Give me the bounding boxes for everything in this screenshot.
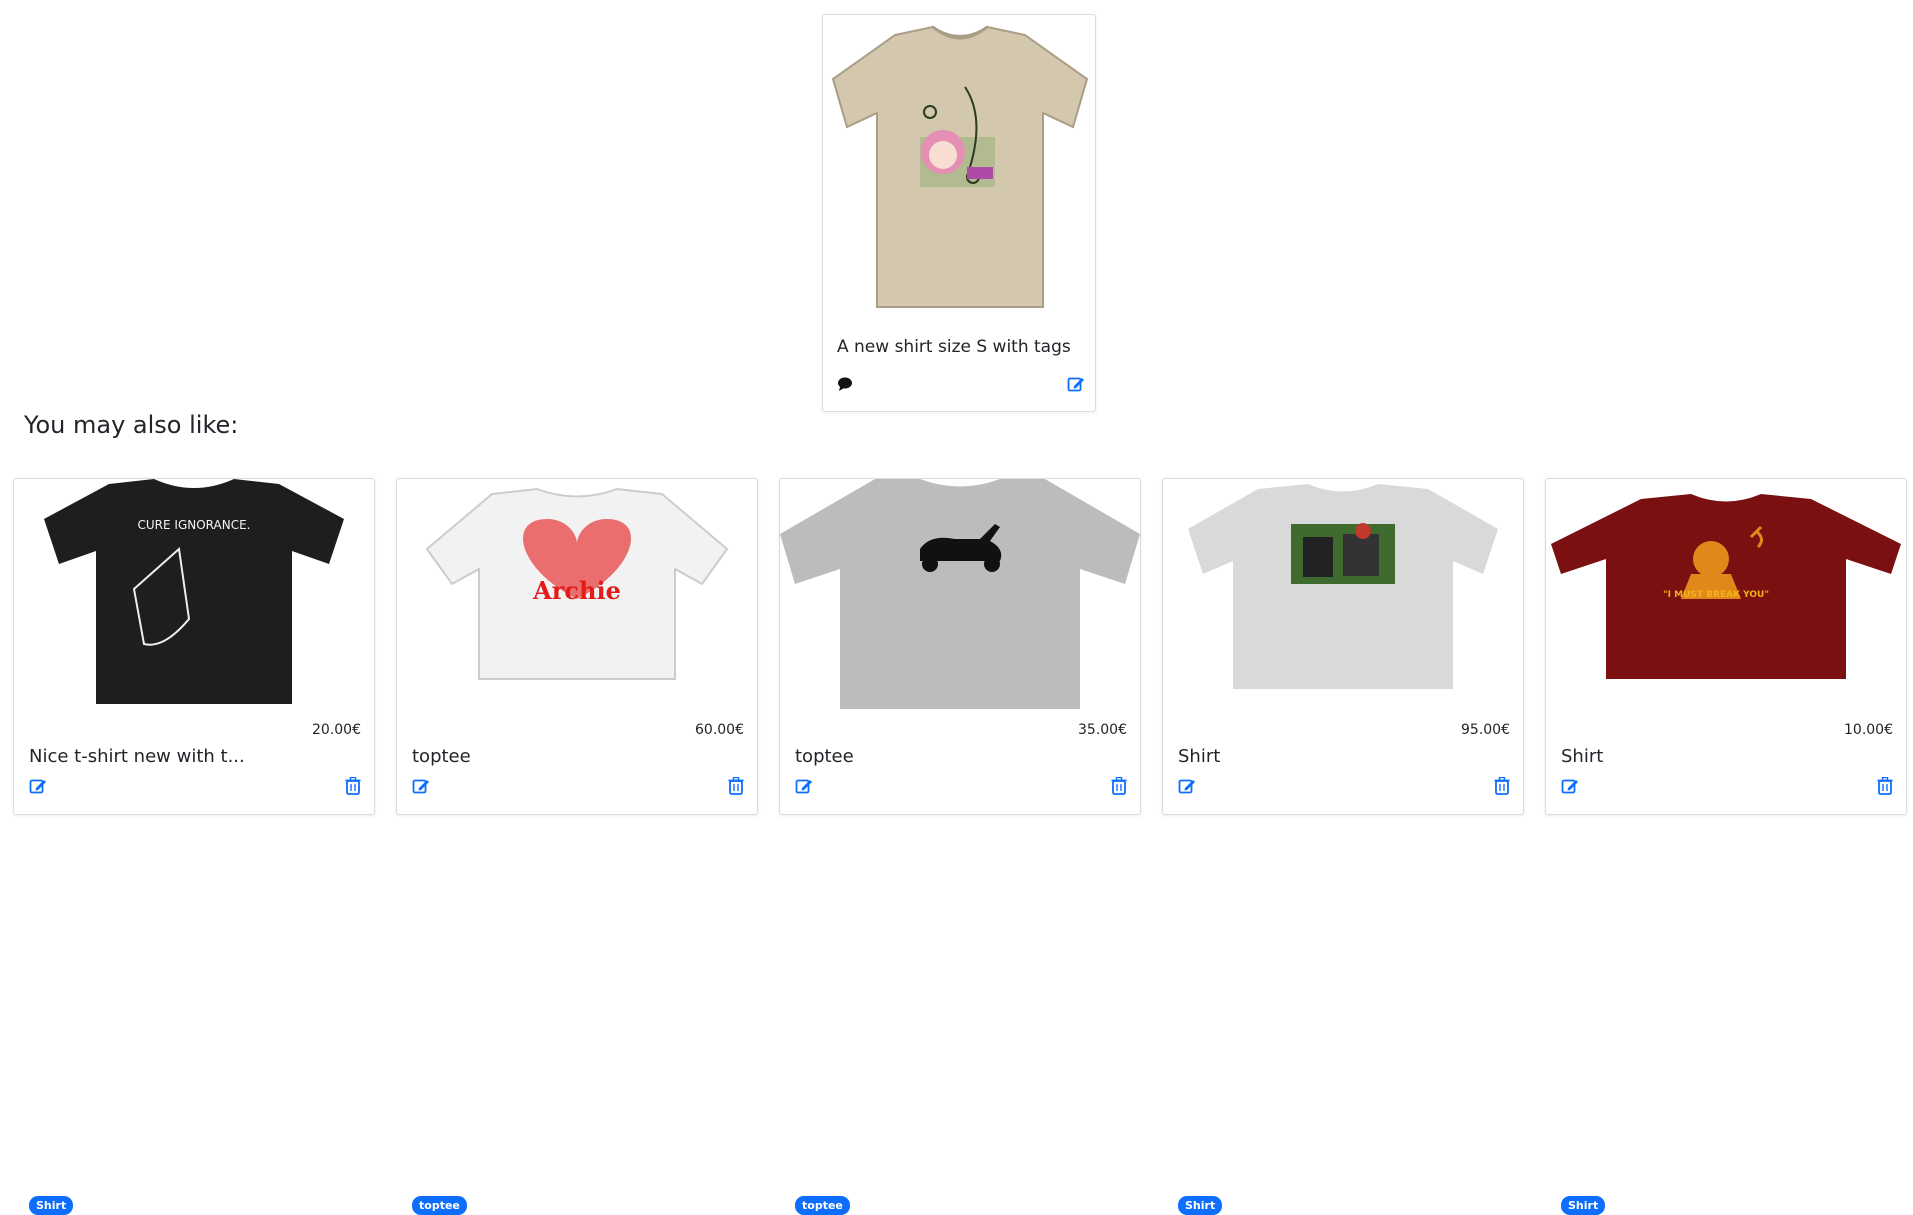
shirt-print-text: "I MUST BREAK YOU" xyxy=(1663,590,1769,600)
category-badge[interactable]: Shirt xyxy=(1561,1196,1606,1215)
category-badge[interactable]: toptee xyxy=(412,1196,467,1215)
comment-icon[interactable] xyxy=(837,376,853,392)
edit-icon[interactable] xyxy=(1561,777,1579,795)
category-badge[interactable]: Shirt xyxy=(29,1196,74,1215)
product-card[interactable]: CURE IGNORANCE. Shirt 20.00€ Nice t-shir… xyxy=(13,478,375,1215)
product-title[interactable]: Nice t-shirt new with t... xyxy=(29,746,245,767)
product-card[interactable]: "I MUST BREAK YOU" Shirt 10.00€ Shirt xyxy=(1545,478,1907,1215)
price: 35.00€ xyxy=(1078,722,1127,738)
product-title[interactable]: Shirt xyxy=(1561,746,1603,767)
trash-icon[interactable] xyxy=(1877,777,1893,795)
product-image[interactable]: CURE IGNORANCE. xyxy=(14,479,374,709)
edit-icon[interactable] xyxy=(29,777,47,795)
category-badge[interactable]: Shirt xyxy=(1178,1196,1223,1215)
product-image[interactable] xyxy=(780,479,1140,709)
product-card[interactable]: Archie toptee 60.00€ toptee xyxy=(396,478,758,1215)
shirt-print-text: Archie xyxy=(532,576,621,605)
price: 20.00€ xyxy=(312,722,361,738)
product-title[interactable]: toptee xyxy=(795,746,854,767)
product-image[interactable]: Archie xyxy=(397,479,757,709)
edit-icon[interactable] xyxy=(1067,375,1085,393)
product-card[interactable]: Shirt 95.00€ Shirt xyxy=(1162,478,1524,1215)
edit-icon[interactable] xyxy=(1178,777,1196,795)
trash-icon[interactable] xyxy=(1494,777,1510,795)
product-title[interactable]: toptee xyxy=(412,746,471,767)
price: 60.00€ xyxy=(695,722,744,738)
shirt-print-text: CURE IGNORANCE. xyxy=(138,518,251,532)
product-title[interactable]: Shirt xyxy=(1178,746,1220,767)
category-badge[interactable]: toptee xyxy=(795,1196,850,1215)
section-heading: You may also like: xyxy=(24,411,239,439)
trash-icon[interactable] xyxy=(1111,777,1127,795)
trash-icon[interactable] xyxy=(728,777,744,795)
product-image[interactable] xyxy=(1163,479,1523,709)
main-product-title[interactable]: A new shirt size S with tags xyxy=(837,337,1071,357)
price: 95.00€ xyxy=(1461,722,1510,738)
trash-icon[interactable] xyxy=(345,777,361,795)
edit-icon[interactable] xyxy=(412,777,430,795)
main-product-image[interactable] xyxy=(825,17,1095,317)
price: 10.00€ xyxy=(1844,722,1893,738)
edit-icon[interactable] xyxy=(795,777,813,795)
product-image[interactable]: "I MUST BREAK YOU" xyxy=(1546,479,1906,709)
main-product-card[interactable]: A new shirt size S with tags xyxy=(822,14,1096,412)
product-card[interactable]: toptee 35.00€ toptee xyxy=(779,478,1141,1215)
